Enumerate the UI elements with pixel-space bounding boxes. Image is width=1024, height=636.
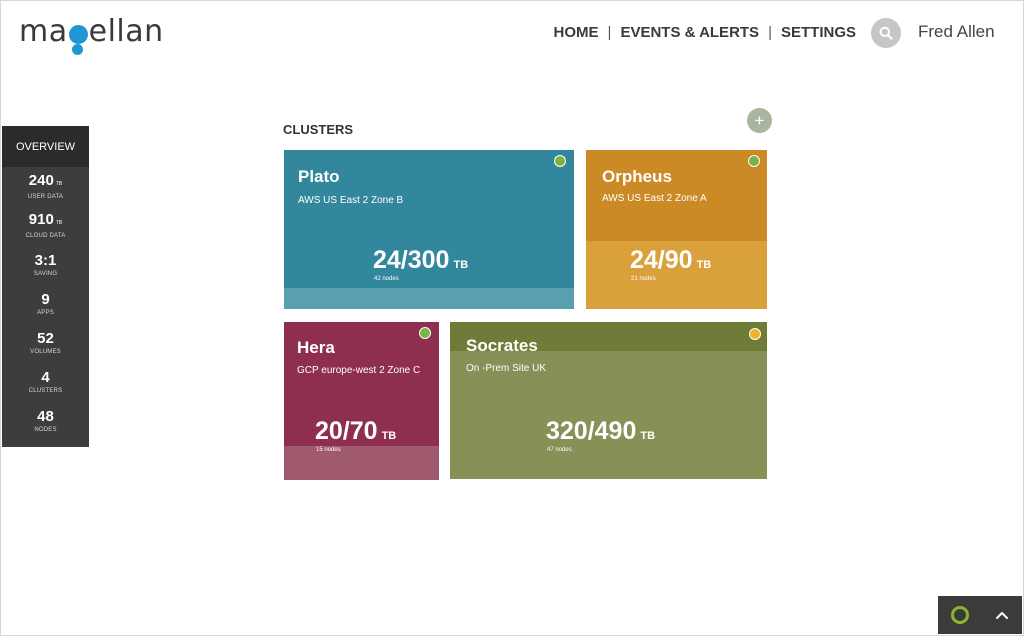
stat-unit: TB <box>55 220 63 226</box>
logo-text-start: ma <box>19 14 68 49</box>
capacity-unit: TB <box>453 259 469 271</box>
cluster-name: Hera <box>297 338 335 357</box>
cluster-nodes: 21 nodes <box>631 276 656 282</box>
stat-saving: 3:1 SAVING <box>2 245 89 284</box>
stat-value: 910 <box>28 211 54 228</box>
stat-clusters: 4 CLUSTERS <box>2 362 89 401</box>
stat-value: 3:1 <box>34 251 57 269</box>
cluster-name: Socrates <box>466 336 538 355</box>
logo-text-end: ellan <box>88 14 164 49</box>
cluster-card-hera[interactable]: Hera GCP europe-west 2 Zone C 20/70 TB 15… <box>284 322 439 480</box>
nav-events-alerts[interactable]: EVENTS & ALERTS <box>620 24 759 41</box>
capacity-unit: TB <box>381 430 397 442</box>
stat-label: SAVING <box>33 270 58 277</box>
status-dot <box>748 155 760 167</box>
cluster-card-socrates[interactable]: Socrates On -Prem Site UK 320/490 TB 47 n… <box>450 322 767 479</box>
clusters-heading: CLUSTERS <box>283 122 354 137</box>
overview-panel: OVERVIEW 240 TB USER DATA 910 TB CLOUD DAT… <box>2 126 89 447</box>
cluster-name: Plato <box>298 167 340 186</box>
nav-settings[interactable]: SETTINGS <box>781 24 856 41</box>
overview-title[interactable]: OVERVIEW <box>2 126 89 167</box>
capacity-value: 24/300 <box>373 246 450 274</box>
nav-separator: | <box>768 24 772 41</box>
nav-home[interactable]: HOME <box>554 24 599 41</box>
cluster-capacity: 320/490 TB <box>546 417 655 446</box>
logo-pin-mark <box>68 25 88 55</box>
card-usage-band <box>284 288 574 309</box>
cluster-location: GCP europe-west 2 Zone C <box>297 365 421 376</box>
bottom-toolbar <box>938 596 1022 634</box>
cluster-capacity: 24/90 TB <box>630 246 711 275</box>
search-icon <box>879 26 893 40</box>
capacity-value: 20/70 <box>315 417 378 445</box>
add-cluster-button[interactable]: + <box>747 108 772 133</box>
stat-value: 9 <box>41 290 50 308</box>
card-usage-band <box>284 446 439 480</box>
stat-value: 52 <box>37 329 54 347</box>
user-name[interactable]: Fred Allen <box>918 22 995 42</box>
capacity-unit: TB <box>696 259 712 271</box>
stat-label: CLOUD DATA <box>25 233 66 239</box>
cluster-capacity: 24/300 TB <box>373 246 468 275</box>
stat-volumes: 52 VOLUMES <box>2 323 89 362</box>
stat-value: 48 <box>37 407 54 425</box>
nav-separator: | <box>607 24 612 41</box>
magellan-logo[interactable]: ma ellan <box>19 14 164 55</box>
stat-value: 4 <box>41 368 50 386</box>
status-dot <box>419 327 431 339</box>
cluster-card-plato[interactable]: Plato AWS US East 2 Zone B 24/300 TB 42 n… <box>284 150 574 309</box>
search-button[interactable] <box>871 18 901 48</box>
stat-label: NODES <box>34 426 57 433</box>
cluster-location: AWS US East 2 Zone B <box>298 195 404 206</box>
stat-label: CLUSTERS <box>28 387 63 394</box>
cluster-location: On -Prem Site UK <box>466 363 547 374</box>
cluster-card-orpheus[interactable]: Orpheus AWS US East 2 Zone A 24/90 TB 21 … <box>586 150 767 309</box>
cluster-capacity: 20/70 TB <box>315 417 396 446</box>
stat-nodes: 48 NODES <box>2 401 89 440</box>
capacity-value: 320/490 <box>546 417 637 445</box>
stat-label: APPS <box>37 309 54 316</box>
status-ring-icon[interactable] <box>951 606 969 624</box>
stat-user-data: 240 TB USER DATA <box>2 167 89 206</box>
capacity-value: 24/90 <box>630 246 693 274</box>
cluster-nodes: 47 nodes <box>547 447 572 453</box>
capacity-unit: TB <box>640 430 656 442</box>
status-dot <box>554 155 566 167</box>
chevron-up-icon[interactable] <box>995 610 1009 620</box>
top-navigation: HOME | EVENTS & ALERTS | SETTINGS <box>554 24 856 41</box>
cluster-location: AWS US East 2 Zone A <box>602 193 707 204</box>
cluster-nodes: 15 nodes <box>316 447 341 453</box>
app-frame <box>0 0 1024 636</box>
cluster-nodes: 42 nodes <box>374 276 399 282</box>
stat-label: VOLUMES <box>30 348 61 355</box>
stat-unit: TB <box>55 181 63 187</box>
cluster-name: Orpheus <box>602 167 672 186</box>
stat-label: USER DATA <box>27 194 64 200</box>
stat-apps: 9 APPS <box>2 284 89 323</box>
stat-value: 240 <box>28 172 54 189</box>
stat-cloud-data: 910 TB CLOUD DATA <box>2 206 89 245</box>
status-dot <box>749 328 761 340</box>
